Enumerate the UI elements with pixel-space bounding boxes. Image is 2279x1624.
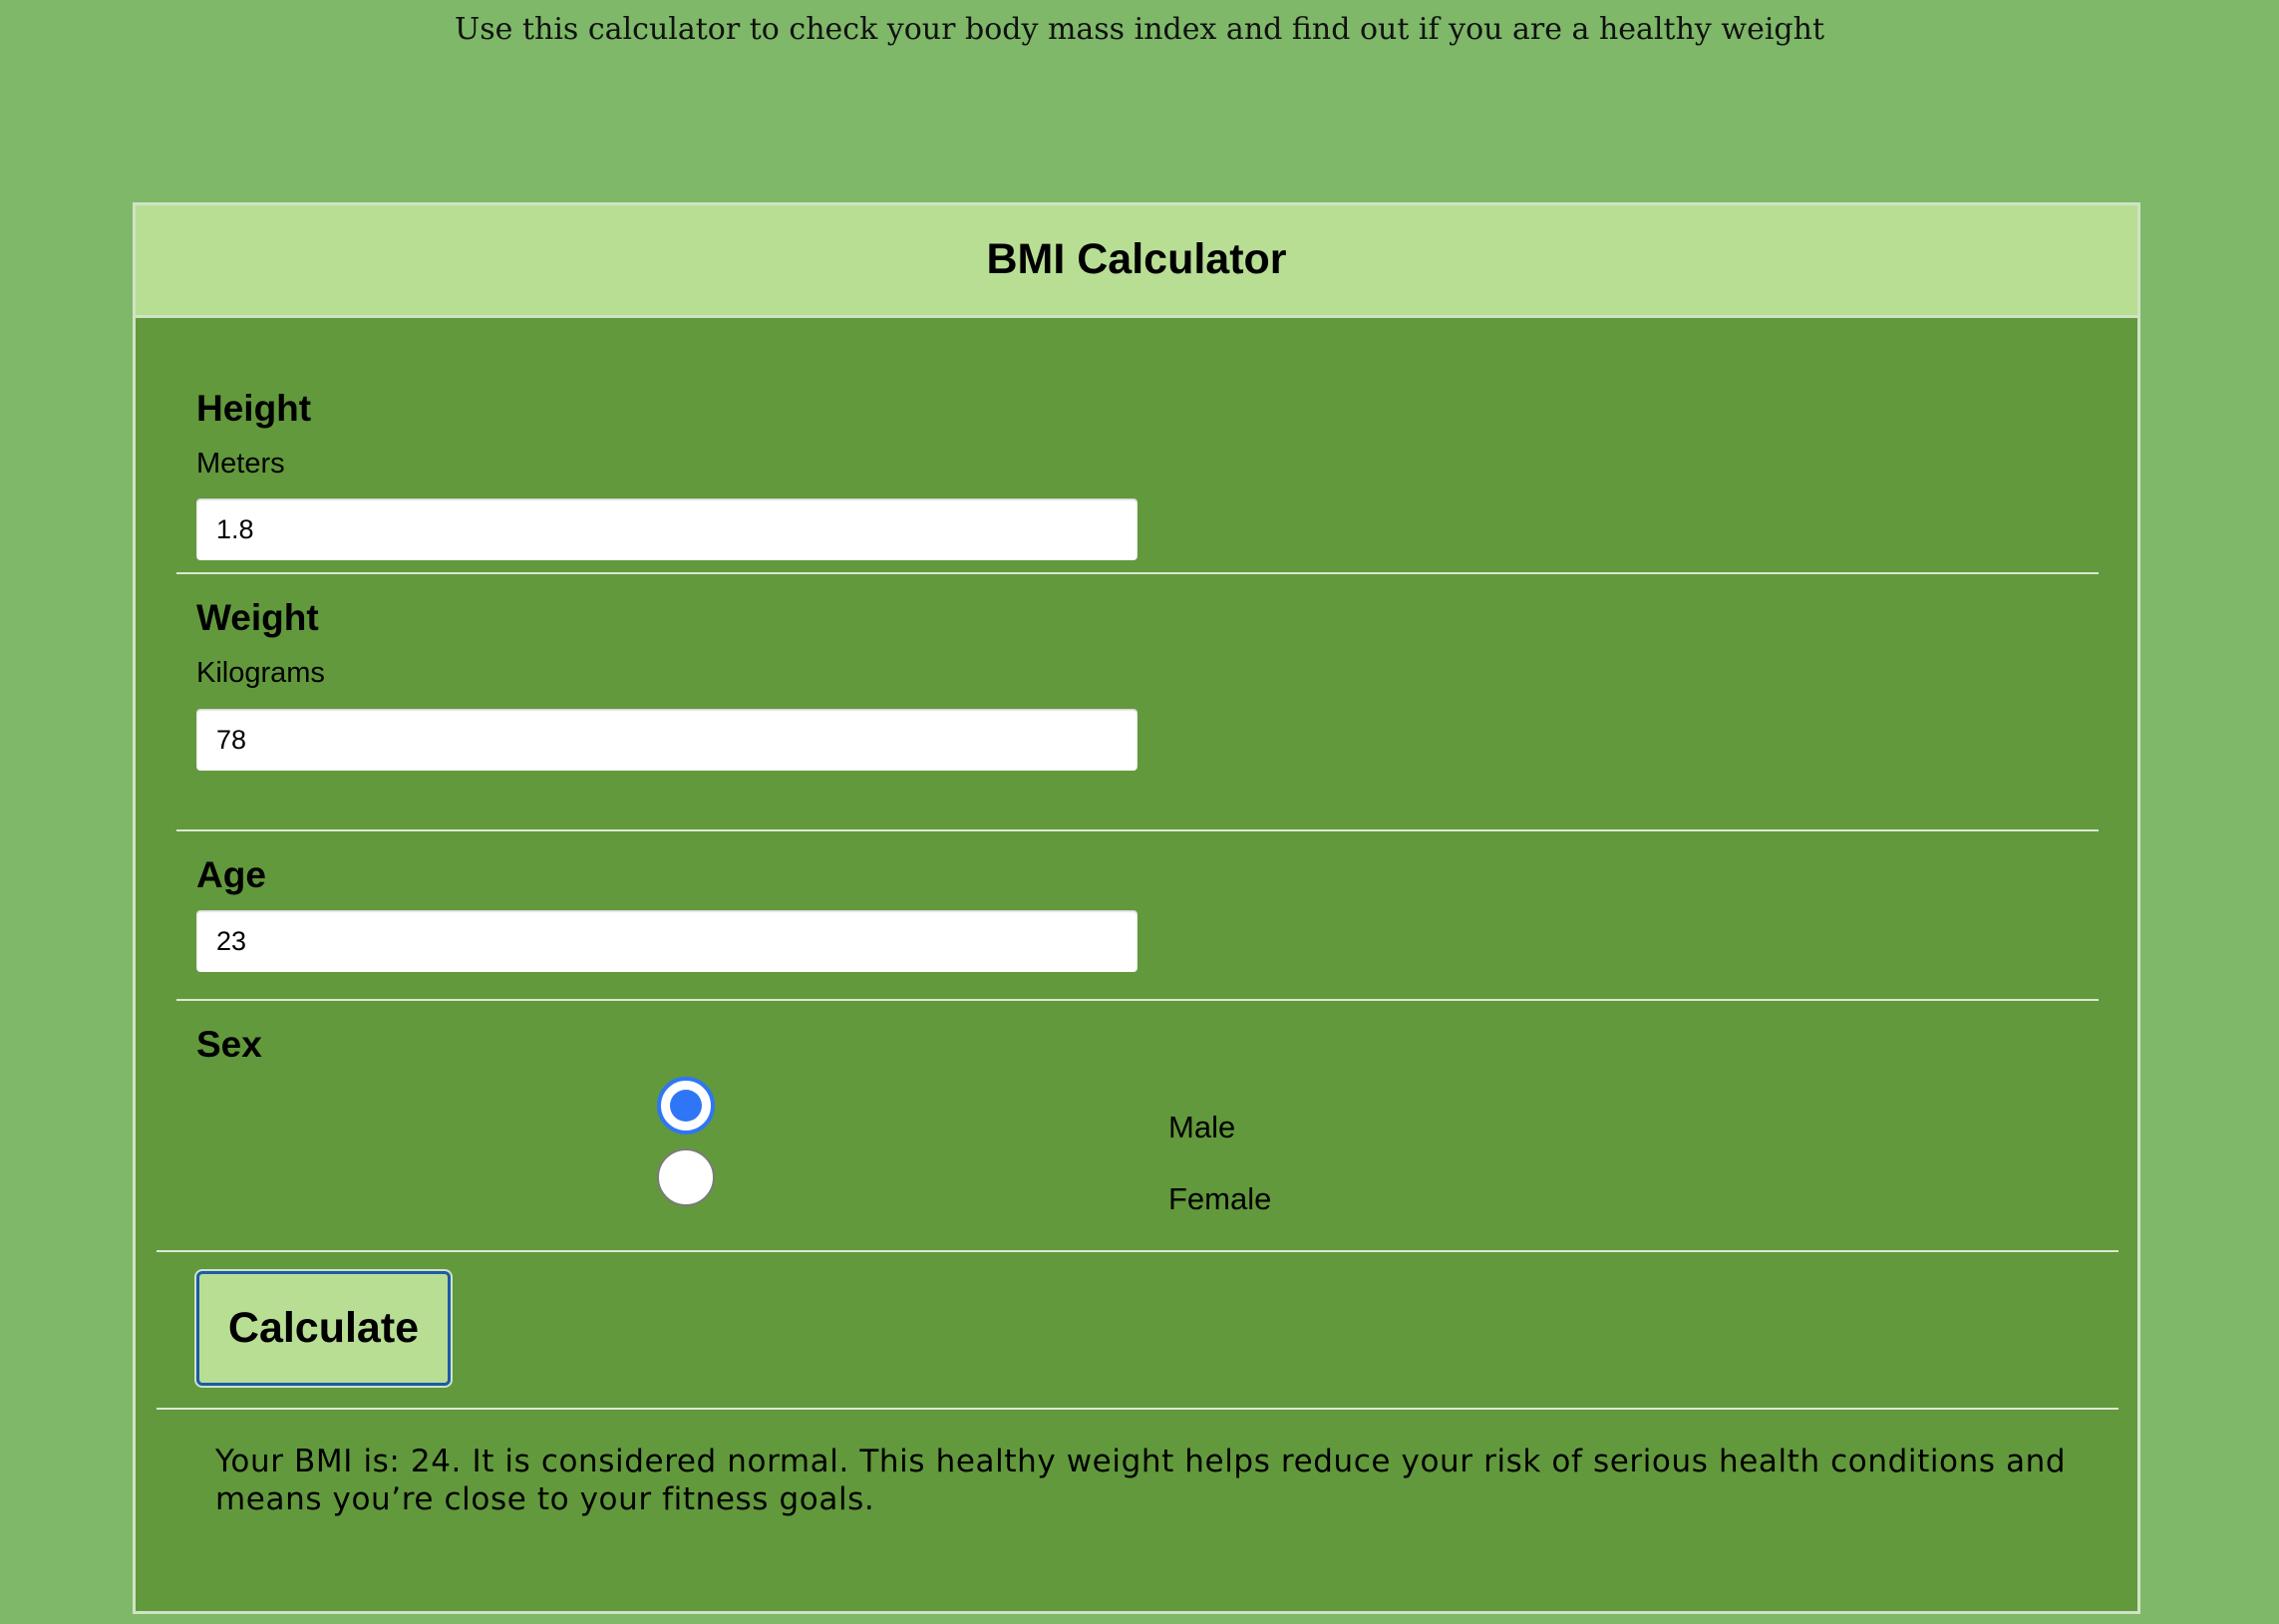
male-radio-label[interactable]: Male [1168, 1110, 1235, 1145]
calculator-header: BMI Calculator [136, 205, 2137, 318]
age-divider [176, 999, 2099, 1001]
weight-divider [176, 829, 2099, 831]
weight-label: Weight [196, 597, 319, 639]
male-radio[interactable] [657, 1077, 715, 1135]
height-unit-label: Meters [196, 448, 285, 481]
calculator-title: BMI Calculator [986, 235, 1286, 284]
sex-label: Sex [196, 1024, 262, 1066]
age-label: Age [196, 854, 266, 896]
weight-unit-label: Kilograms [196, 657, 325, 690]
age-input[interactable] [196, 910, 1138, 972]
height-divider [176, 572, 2099, 574]
intro-text: Use this calculator to check your body m… [0, 12, 2279, 47]
female-radio[interactable] [657, 1148, 715, 1206]
sex-divider [157, 1250, 2118, 1252]
bmi-calculator-panel: BMI Calculator Height Meters Weight Kilo… [133, 202, 2140, 1614]
height-input[interactable] [196, 498, 1138, 560]
female-radio-label[interactable]: Female [1168, 1181, 1271, 1217]
height-label: Height [196, 388, 311, 430]
calculate-button[interactable]: Calculate [196, 1271, 451, 1386]
weight-input[interactable] [196, 709, 1138, 771]
button-divider [157, 1408, 2118, 1410]
bmi-result-text: Your BMI is: 24. It is considered normal… [215, 1443, 2070, 1518]
